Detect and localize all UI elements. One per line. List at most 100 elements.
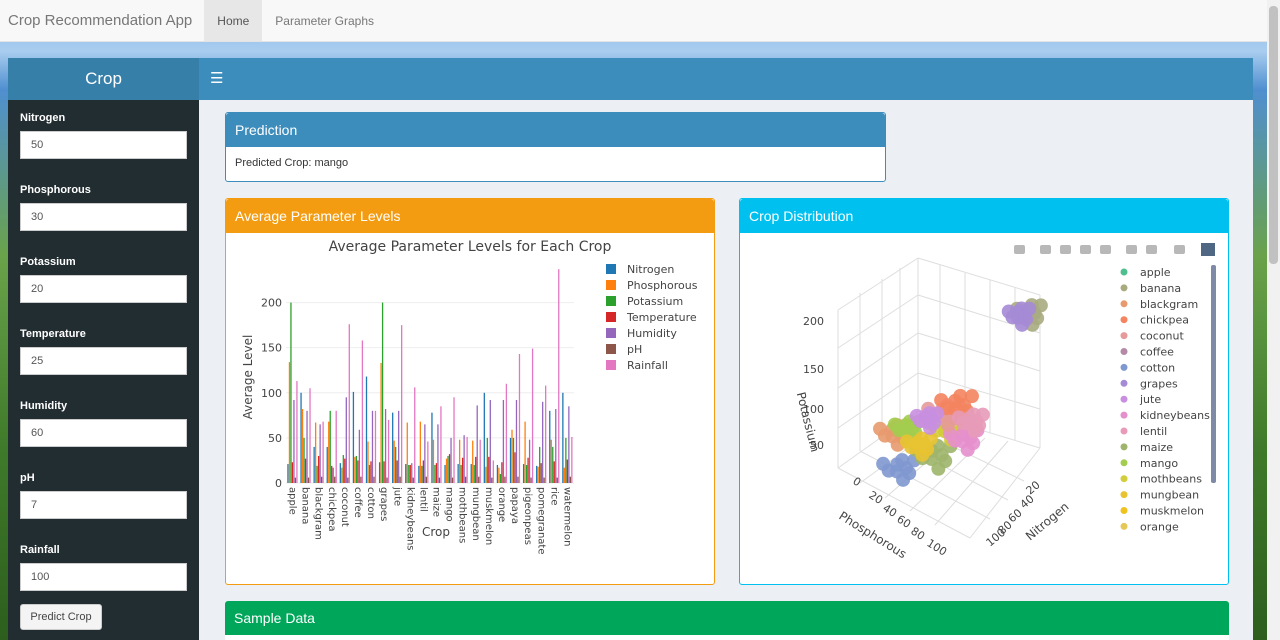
bar: [485, 466, 487, 483]
y-tick-label: 200: [261, 297, 282, 310]
app-brand[interactable]: Crop Recommendation App: [0, 0, 204, 41]
bar: [499, 473, 502, 483]
nitrogen-input[interactable]: 50: [20, 131, 187, 159]
bar: [563, 467, 566, 483]
tab-parameter-graphs[interactable]: Parameter Graphs: [262, 0, 387, 41]
bar: [453, 397, 455, 483]
turntable-icon: [1100, 245, 1111, 254]
data-point: [876, 456, 891, 471]
humidity-input[interactable]: 60: [20, 419, 187, 447]
bar: [496, 464, 499, 483]
rainfall-input[interactable]: 100: [20, 563, 187, 591]
bar: [293, 400, 295, 483]
menu-toggle-icon[interactable]: ☰: [210, 69, 223, 87]
bar: [342, 455, 344, 483]
bar: [384, 409, 387, 483]
bar: [558, 269, 560, 483]
scrollbar-thumb[interactable]: [1269, 6, 1278, 264]
legend-label: orange: [1140, 520, 1179, 533]
bar: [556, 477, 558, 483]
legend-marker: [1120, 268, 1128, 276]
bar: [472, 440, 474, 483]
pan-icon: [1060, 245, 1071, 254]
bar: [409, 464, 411, 483]
bar: [463, 435, 465, 483]
x-tick-label: cotton: [365, 487, 376, 519]
legend-marker: [1120, 316, 1128, 324]
bar: [408, 464, 410, 483]
bar: [450, 437, 452, 483]
bar: [368, 464, 371, 483]
phosphorous-input[interactable]: 30: [20, 203, 187, 231]
x-tick-label: banana: [300, 487, 311, 524]
camera-view-icon: [1146, 245, 1157, 254]
legend-label: coffee: [1140, 346, 1174, 359]
predict-crop-button[interactable]: Predict Crop: [20, 604, 102, 630]
bar: [470, 464, 472, 483]
bar: [448, 454, 451, 483]
bar: [322, 421, 324, 483]
bar: [370, 461, 372, 483]
bar: [320, 476, 323, 483]
bar: [525, 464, 528, 483]
legend-label: apple: [1140, 266, 1171, 279]
bar: [425, 476, 427, 483]
x-tick-label: coconut: [339, 487, 350, 527]
temperature-input[interactable]: 25: [20, 347, 187, 375]
legend-marker: [1120, 459, 1128, 467]
page-scrollbar[interactable]: [1267, 0, 1280, 640]
phosphorous-label: Phosphorous: [20, 184, 91, 196]
bar: [437, 424, 439, 483]
bar: [287, 464, 289, 483]
axis-gridline: [837, 332, 919, 389]
legend-marker: [1120, 363, 1128, 371]
zoom-icon: [1040, 245, 1051, 254]
y-tick-label: 100: [261, 387, 282, 400]
y-tick-label: 0: [275, 477, 282, 490]
sample-data-box: Sample Data: [225, 601, 1229, 640]
bar: [374, 410, 377, 483]
bar: [345, 397, 347, 483]
data-point: [873, 421, 888, 436]
bar: [451, 477, 454, 483]
bar: [512, 437, 515, 483]
bar: [399, 476, 401, 483]
axis-gridline: [917, 332, 1041, 372]
bar: [300, 392, 302, 483]
bar: [518, 353, 521, 483]
crop-distribution-chart: 20015010050Potassium020406080100Phosphor…: [794, 243, 1216, 561]
bar: [358, 429, 361, 483]
potassium-input[interactable]: 20: [20, 275, 187, 303]
bar: [542, 401, 544, 483]
legend-label: mango: [1140, 457, 1178, 470]
legend-label: jute: [1139, 393, 1161, 406]
bar: [361, 340, 364, 483]
z-tick-label: 200: [803, 315, 824, 328]
bar: [476, 405, 478, 483]
bar: [304, 458, 307, 483]
x-tick-label: pigeonpeas: [522, 487, 533, 545]
legend-label: Phosphorous: [627, 279, 698, 292]
ph-input[interactable]: 7: [20, 491, 187, 519]
bar: [352, 391, 355, 483]
temperature-label: Temperature: [20, 328, 86, 340]
x-tick-label: 60: [894, 513, 913, 531]
bar: [435, 463, 438, 483]
bar: [393, 440, 395, 483]
bar: [489, 400, 491, 483]
legend-swatch: [606, 280, 616, 290]
rainfall-label: Rainfall: [20, 544, 60, 556]
legend-scrollbar: [1211, 265, 1216, 483]
bar: [488, 456, 490, 483]
bar: [447, 455, 449, 483]
bar: [406, 422, 408, 483]
tab-home[interactable]: Home: [204, 0, 263, 41]
bar: [502, 400, 505, 483]
bar: [536, 465, 538, 483]
bar: [491, 477, 493, 483]
bar: [540, 463, 542, 483]
x-tick-label: orange: [496, 487, 507, 522]
bar: [371, 410, 374, 483]
data-point: [964, 389, 979, 404]
legend-label: Potassium: [627, 295, 683, 308]
